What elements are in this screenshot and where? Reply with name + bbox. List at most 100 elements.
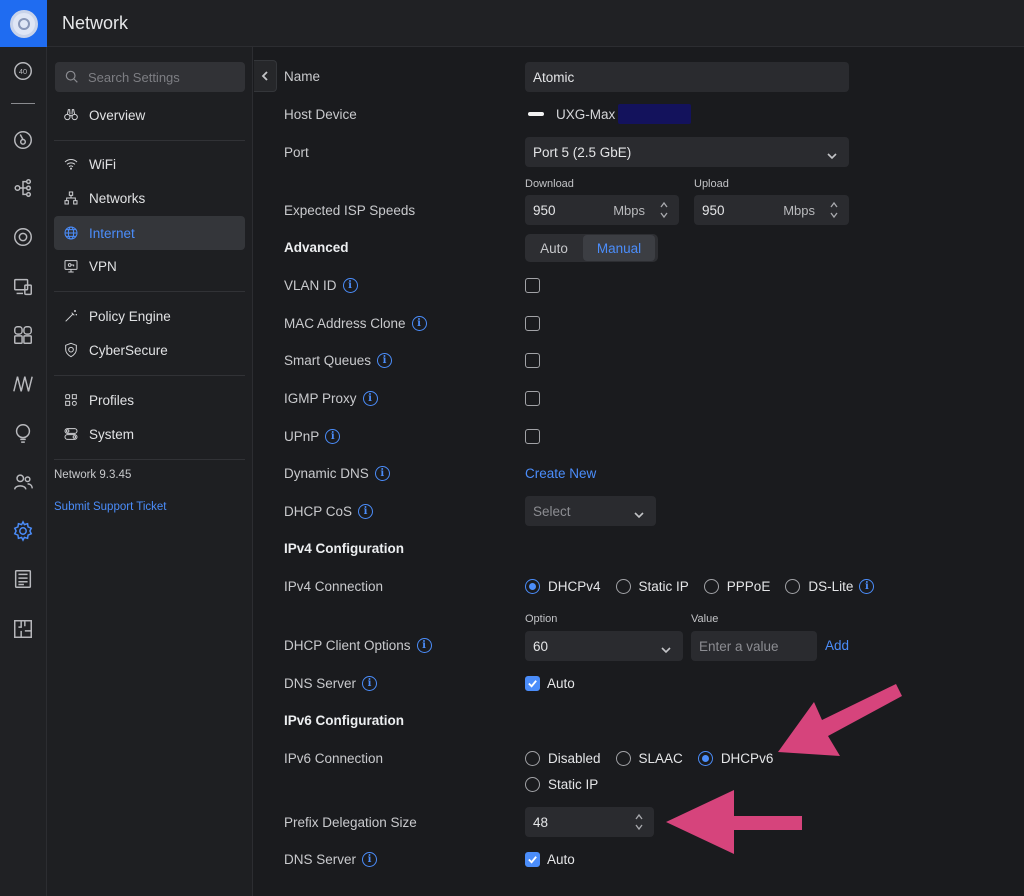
info-icon[interactable]: i <box>411 316 427 331</box>
gauge-icon[interactable] <box>11 128 35 152</box>
upload-speed-input[interactable]: 950 Mbps <box>694 195 849 225</box>
radio-label: Disabled <box>548 751 601 766</box>
alerts-bulb-icon[interactable] <box>11 421 35 445</box>
dhcp-value-input[interactable]: Enter a value <box>691 631 817 661</box>
dhcp-cos-select[interactable]: Select <box>525 496 656 526</box>
ipv6-disabled-option[interactable]: Disabled <box>525 751 601 766</box>
igmp-proxy-checkbox[interactable] <box>525 391 540 406</box>
radio[interactable] <box>703 579 719 594</box>
mac-address-clone-label: MAC Address Clone <box>284 316 406 331</box>
info-icon[interactable]: i <box>362 852 378 867</box>
apps-grid-icon[interactable] <box>11 323 35 347</box>
system-log-icon[interactable] <box>11 567 35 591</box>
chevron-down-icon <box>827 148 837 160</box>
sidebar-item-internet[interactable]: Internet <box>54 216 245 250</box>
ipv6-connection-radio-group: Disabled SLAAC DHCPv6 <box>525 751 788 766</box>
sidebar-item-vpn[interactable]: VPN <box>54 249 245 283</box>
ipv4-pppoe-option[interactable]: PPPoE <box>703 579 771 594</box>
chevron-down-icon <box>661 642 671 654</box>
info-icon[interactable]: i <box>416 638 432 653</box>
unifi-logo-icon[interactable] <box>0 0 47 47</box>
radio[interactable] <box>525 777 540 792</box>
radio-label: Static IP <box>548 777 599 792</box>
sidebar-item-label: Internet <box>89 225 135 241</box>
dhcp-option-select[interactable]: 60 <box>525 631 683 661</box>
radio-label: PPPoE <box>726 579 771 594</box>
ipv4-dhcpv4-option[interactable]: DHCPv4 <box>525 579 601 594</box>
sidebar-item-policy-engine[interactable]: Policy Engine <box>54 299 245 333</box>
ipv4-static-ip-option[interactable]: Static IP <box>615 579 689 594</box>
client-devices-icon[interactable] <box>11 275 35 299</box>
radio[interactable] <box>615 579 631 594</box>
search-settings-input[interactable]: Search Settings <box>55 62 245 92</box>
sidebar-item-profiles[interactable]: Profiles <box>54 383 245 417</box>
floorplan-icon[interactable] <box>11 617 35 641</box>
toggles-icon <box>62 425 80 443</box>
radio[interactable] <box>525 751 540 766</box>
ipv4-section-heading: IPv4 Configuration <box>284 541 405 556</box>
info-icon[interactable]: i <box>342 278 358 293</box>
mac-address-clone-checkbox[interactable] <box>525 316 540 331</box>
sidebar-item-networks[interactable]: Networks <box>54 181 245 215</box>
smart-queues-checkbox[interactable] <box>525 353 540 368</box>
ipv6-static-ip-row: Static IP <box>525 777 613 792</box>
info-icon[interactable]: i <box>362 391 378 406</box>
dashboard-40-icon[interactable]: 40 <box>11 59 35 83</box>
dns-server-v6-auto-checkbox[interactable] <box>525 852 540 867</box>
smart-queues-row-label: Smart Queues i <box>284 353 393 368</box>
ipv6-slaac-option[interactable]: SLAAC <box>615 751 683 766</box>
info-icon[interactable]: i <box>358 504 374 519</box>
sidebar-item-cybersecure[interactable]: CyberSecure <box>54 333 245 367</box>
port-select-value: Port 5 (2.5 GbE) <box>533 144 632 160</box>
info-icon[interactable]: i <box>377 353 393 368</box>
prefix-delegation-size-input[interactable]: 48 <box>525 807 654 837</box>
sidebar-item-label: Networks <box>89 190 146 206</box>
port-select[interactable]: Port 5 (2.5 GbE) <box>525 137 849 167</box>
info-icon[interactable]: i <box>362 676 378 691</box>
download-speed-input[interactable]: 950 Mbps <box>525 195 679 225</box>
upnp-checkbox[interactable] <box>525 429 540 444</box>
sidebar-item-wifi[interactable]: WiFi <box>54 147 245 181</box>
settings-gear-icon[interactable] <box>11 519 35 543</box>
info-icon[interactable]: i <box>859 579 875 594</box>
advanced-manual-option[interactable]: Manual <box>583 235 655 261</box>
checkmark-icon <box>528 856 537 864</box>
stepper-icon[interactable] <box>829 200 839 220</box>
radio-selected[interactable] <box>697 751 713 766</box>
info-icon[interactable]: i <box>325 429 341 444</box>
sidebar-item-overview[interactable]: Overview <box>54 98 245 132</box>
igmp-proxy-row-label: IGMP Proxy i <box>284 391 378 406</box>
radio[interactable] <box>615 751 631 766</box>
prefix-delegation-size-value: 48 <box>533 814 549 830</box>
advanced-auto-option[interactable]: Auto <box>525 235 583 261</box>
ipv6-dhcpv6-option[interactable]: DHCPv6 <box>697 751 773 766</box>
add-dhcp-option-button[interactable]: Add <box>825 638 849 653</box>
stepper-icon[interactable] <box>659 200 669 220</box>
radio-selected[interactable] <box>525 579 540 594</box>
upload-caption: Upload <box>694 178 729 190</box>
users-icon[interactable] <box>11 470 35 494</box>
ipv4-ds-lite-option[interactable]: DS-Lite i <box>785 579 875 594</box>
dns-server-v4-row-label: DNS Server i <box>284 676 378 691</box>
sidebar-item-system[interactable]: System <box>54 417 245 451</box>
dns-server-v4-auto-checkbox[interactable] <box>525 676 540 691</box>
info-icon[interactable]: i <box>374 466 390 481</box>
topology-icon[interactable] <box>11 176 35 200</box>
sidebar-item-label: VPN <box>89 258 117 274</box>
ipv6-static-ip-option[interactable]: Static IP <box>525 777 598 792</box>
stepper-icon[interactable] <box>634 812 644 832</box>
vlan-id-checkbox[interactable] <box>525 278 540 293</box>
advanced-mode-toggle[interactable]: Auto Manual <box>525 234 658 262</box>
icon-rail: 40 <box>0 47 47 896</box>
insights-wave-icon[interactable] <box>11 372 35 396</box>
sidebar-item-label: WiFi <box>89 156 116 172</box>
name-input[interactable]: Atomic <box>525 62 849 92</box>
create-new-dns-link[interactable]: Create New <box>525 466 596 481</box>
dns-server-label: DNS Server <box>284 676 357 691</box>
sidebar-divider <box>54 375 245 376</box>
collapse-sidebar-button[interactable] <box>254 60 277 92</box>
submit-support-ticket-link[interactable]: Submit Support Ticket <box>54 501 167 513</box>
device-circle-icon[interactable] <box>11 225 35 249</box>
redaction-mark <box>618 104 691 124</box>
radio[interactable] <box>785 579 801 594</box>
